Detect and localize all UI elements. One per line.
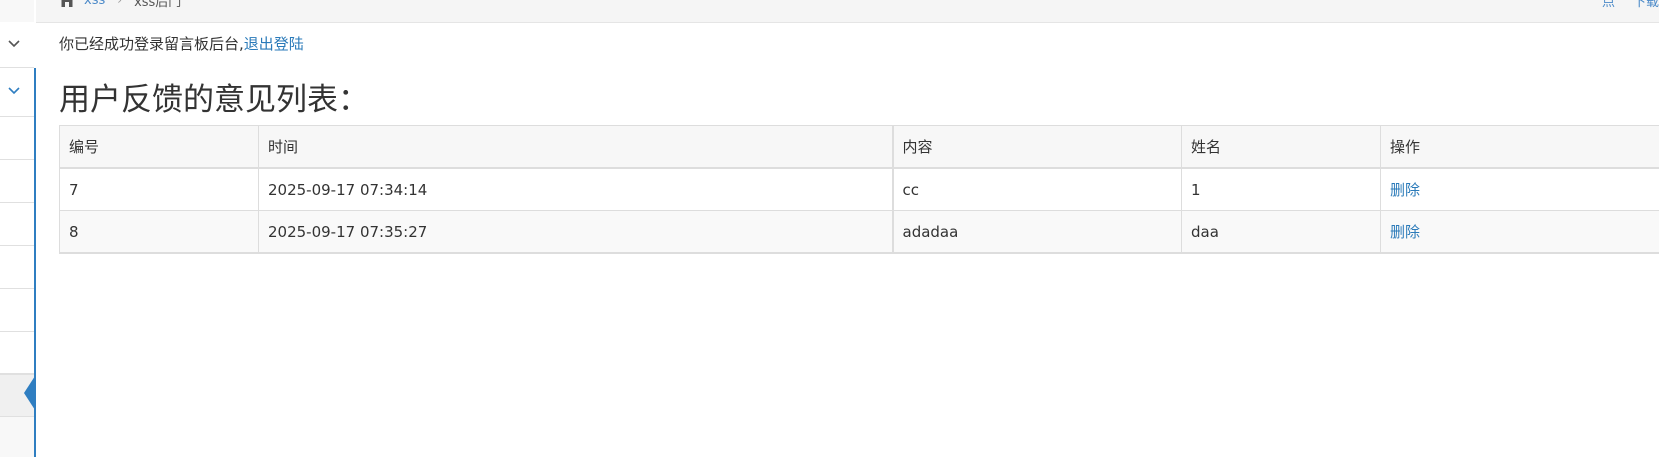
- login-status-text: 你已经成功登录留言板后台,: [59, 35, 244, 53]
- column-header-time: 时间: [258, 125, 893, 169]
- sidebar-item[interactable]: [0, 332, 34, 374]
- table-header-row: 编号 时间 内容 姓名 操作: [59, 125, 1659, 169]
- cell-content: cc: [891, 167, 1182, 211]
- column-header-action: 操作: [1380, 125, 1659, 169]
- column-header-id: 编号: [59, 125, 259, 169]
- cell-time: 2025-09-17 07:34:14: [258, 167, 893, 211]
- feedback-table: 编号 时间 内容 姓名 操作 7 2025-09-17 07:34:14 cc …: [59, 125, 1659, 254]
- sidebar-menu-group[interactable]: [0, 68, 34, 117]
- chevron-down-icon: [8, 87, 20, 95]
- table-row: 8 2025-09-17 07:35:27 adadaa daa 删除: [59, 210, 1659, 254]
- top-right-link[interactable]: 下载: [1633, 0, 1659, 10]
- login-status-message: 你已经成功登录留言板后台,退出登陆: [59, 33, 304, 54]
- home-icon[interactable]: [58, 0, 76, 9]
- cell-id: 8: [59, 210, 259, 254]
- delete-link[interactable]: 删除: [1390, 223, 1420, 241]
- page-title: 用户反馈的意见列表：: [59, 82, 369, 118]
- top-right-link[interactable]: 点: [1602, 0, 1615, 10]
- sidebar-item[interactable]: [0, 117, 34, 160]
- breadcrumb-link[interactable]: xss: [84, 0, 105, 8]
- sidebar-collapse-toggle[interactable]: [0, 22, 34, 68]
- cell-name: 1: [1181, 167, 1381, 211]
- cell-id: 7: [59, 167, 259, 211]
- breadcrumb-current: xss后门: [134, 0, 182, 10]
- breadcrumb-separator-icon: ›: [117, 0, 123, 7]
- breadcrumb: xss › xss后门: [58, 0, 181, 12]
- top-right-links: 点 下载: [1584, 0, 1659, 12]
- chevron-down-icon: [8, 40, 20, 48]
- logout-link[interactable]: 退出登陆: [244, 35, 304, 53]
- breadcrumb-bar: xss › xss后门 点 下载: [36, 0, 1659, 23]
- sidebar-item[interactable]: [0, 203, 34, 246]
- cell-name: daa: [1181, 210, 1381, 254]
- active-indicator-caret: [24, 376, 35, 410]
- sidebar-item[interactable]: [0, 289, 34, 332]
- cell-content: adadaa: [891, 210, 1182, 254]
- sidebar-item[interactable]: [0, 160, 34, 203]
- cell-time: 2025-09-17 07:35:27: [258, 210, 893, 254]
- sidebar-item[interactable]: [0, 246, 34, 289]
- cell-action: 删除: [1380, 210, 1659, 254]
- column-header-content: 内容: [891, 125, 1182, 169]
- delete-link[interactable]: 删除: [1390, 181, 1420, 199]
- cell-action: 删除: [1380, 167, 1659, 211]
- column-header-name: 姓名: [1181, 125, 1381, 169]
- table-row: 7 2025-09-17 07:34:14 cc 1 删除: [59, 167, 1659, 211]
